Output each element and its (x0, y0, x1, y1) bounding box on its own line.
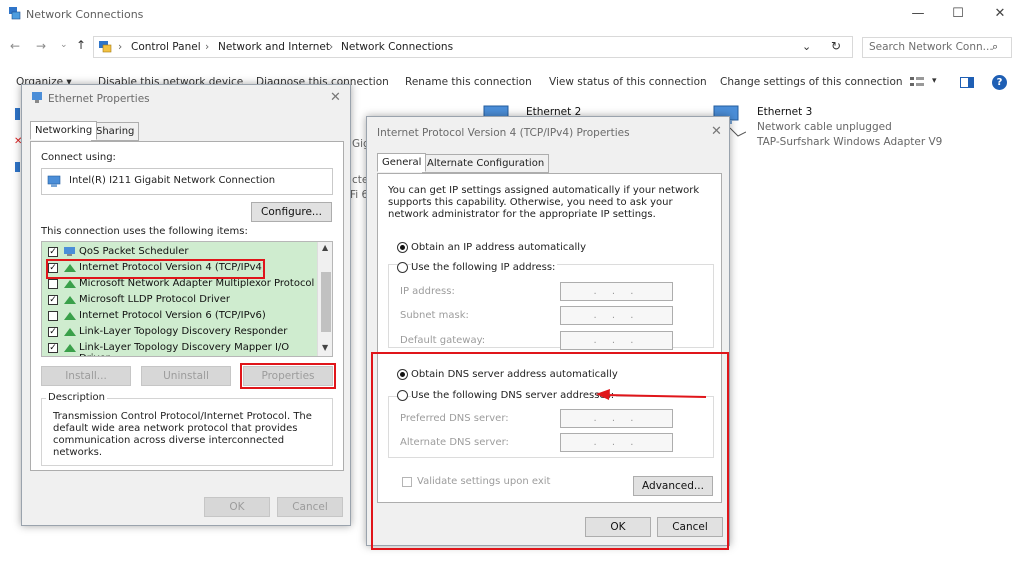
list-item[interactable]: ✓ Microsoft LLDP Protocol Driver (42, 292, 316, 308)
search-icon: ⌕ (992, 40, 999, 53)
ip-address-field[interactable]: . . . (560, 282, 673, 301)
adapter-name[interactable]: Ethernet 3 (757, 106, 812, 118)
help-icon[interactable]: ? (992, 75, 1007, 90)
back-icon[interactable]: ← (10, 39, 20, 53)
recent-chevron-icon[interactable]: ⌄ (60, 40, 68, 50)
dialog-close-icon[interactable]: ✕ (330, 90, 341, 105)
breadcrumb-separator-icon: › (205, 41, 210, 53)
checkbox[interactable] (48, 311, 58, 321)
view-status-command[interactable]: View status of this connection (549, 76, 707, 88)
adapter-device: TAP-Surfshark Windows Adapter V9 (757, 136, 943, 148)
install-button[interactable]: Install... (41, 366, 131, 386)
ip-address-label: IP address: (400, 286, 455, 297)
protocol-icon (63, 311, 77, 321)
checkbox[interactable]: ✓ (48, 327, 58, 337)
checkbox[interactable] (48, 279, 58, 289)
checkbox[interactable]: ✓ (48, 343, 58, 353)
adapter-name-text: Intel(R) I211 Gigabit Network Connection (69, 175, 276, 186)
protocol-icon (63, 279, 77, 289)
protocol-icon (63, 327, 77, 337)
window-icon (8, 6, 21, 20)
preview-pane-icon[interactable] (960, 77, 974, 88)
list-scrollbar[interactable]: ▲ ▼ (317, 242, 332, 356)
view-dropdown-icon[interactable]: ▾ (932, 76, 937, 86)
close-button[interactable]: ✕ (982, 4, 1018, 24)
rename-command[interactable]: Rename this connection (405, 76, 532, 88)
tab-sharing[interactable]: Sharing (91, 122, 140, 141)
dns-section-highlight (371, 352, 729, 550)
list-item[interactable]: ✓ QoS Packet Scheduler (42, 244, 316, 260)
refresh-icon[interactable]: ↻ (831, 39, 841, 53)
ethernet-dialog-icon (31, 91, 43, 104)
checkbox[interactable]: ✓ (48, 247, 58, 257)
tab-alternate-configuration[interactable]: Alternate Configuration (422, 154, 550, 173)
obtain-ip-label[interactable]: Obtain an IP address automatically (411, 242, 586, 253)
search-input[interactable]: Search Network Conn... (862, 37, 1012, 58)
scroll-up-icon[interactable]: ▲ (322, 243, 328, 252)
cancel-button[interactable]: Cancel (277, 497, 343, 517)
maximize-button[interactable]: ☐ (940, 4, 976, 24)
ethernet-properties-dialog: Ethernet Properties ✕ Networking Sharing… (21, 84, 351, 526)
networking-panel: Connect using: Intel(R) I211 Gigabit Net… (30, 141, 344, 471)
breadcrumb-separator-icon: › (118, 41, 123, 53)
intro-text: You can get IP settings assigned automat… (388, 185, 700, 220)
obtain-ip-radio[interactable] (397, 242, 408, 253)
description-text: Transmission Control Protocol/Internet P… (53, 411, 312, 458)
change-settings-command[interactable]: Change settings of this connection (720, 76, 903, 88)
breadcrumb-separator-icon: › (329, 41, 334, 53)
minimize-button[interactable]: — (900, 4, 936, 24)
items-label: This connection uses the following items… (41, 226, 248, 237)
default-gateway-field[interactable]: . . . (560, 331, 673, 350)
uninstall-button[interactable]: Uninstall (141, 366, 231, 386)
up-icon[interactable]: ↑ (76, 38, 86, 52)
item-label: Link-Layer Topology Discovery Mapper I/O… (79, 342, 290, 356)
breadcrumb-control-panel[interactable]: Control Panel (131, 41, 201, 53)
address-dropdown-icon[interactable]: ⌄ (802, 40, 811, 53)
network-adapter-icon (47, 175, 62, 188)
description-label: Description (46, 392, 107, 403)
item-label: Link-Layer Topology Discovery Responder (79, 326, 288, 337)
control-panel-icon (98, 39, 112, 53)
forward-icon[interactable]: → (36, 39, 46, 53)
subnet-mask-label: Subnet mask: (400, 310, 469, 321)
item-label: QoS Packet Scheduler (79, 246, 189, 257)
tab-general[interactable]: General (377, 153, 427, 172)
protocol-icon (63, 295, 77, 305)
item-label: Internet Protocol Version 6 (TCP/IPv6) (79, 310, 266, 321)
tab-networking[interactable]: Networking (30, 121, 98, 140)
qos-icon (63, 246, 77, 257)
breadcrumb-network-internet[interactable]: Network and Internet (218, 41, 330, 53)
ipv4-highlight (46, 259, 265, 279)
item-label: Microsoft LLDP Protocol Driver (79, 294, 230, 305)
adapter-status: Network cable unplugged (757, 121, 892, 133)
breadcrumb-network-connections[interactable]: Network Connections (341, 41, 453, 53)
connect-using-label: Connect using: (41, 152, 116, 163)
use-ip-radio[interactable] (397, 262, 408, 273)
description-group: Description Transmission Control Protoco… (41, 392, 333, 466)
scroll-down-icon[interactable]: ▼ (322, 343, 328, 352)
scroll-thumb[interactable] (321, 272, 331, 332)
protocol-icon (63, 343, 77, 353)
configure-button[interactable]: Configure... (251, 202, 332, 222)
dialog-title: Ethernet Properties (48, 93, 150, 105)
default-gateway-label: Default gateway: (400, 335, 486, 346)
item-label: Microsoft Network Adapter Multiplexor Pr… (79, 278, 315, 289)
dialog-title: Internet Protocol Version 4 (TCP/IPv4) P… (377, 127, 630, 139)
checkbox[interactable]: ✓ (48, 295, 58, 305)
view-options-icon[interactable] (910, 76, 924, 88)
subnet-mask-field[interactable]: . . . (560, 306, 673, 325)
list-item[interactable]: ✓ Link-Layer Topology Discovery Responde… (42, 324, 316, 340)
dialog-close-icon[interactable]: ✕ (711, 124, 722, 139)
adapter-box: Intel(R) I211 Gigabit Network Connection (41, 168, 333, 195)
list-item[interactable]: Internet Protocol Version 6 (TCP/IPv6) (42, 308, 316, 324)
window-title: Network Connections (26, 8, 144, 21)
ok-button[interactable]: OK (204, 497, 270, 517)
list-item[interactable]: ✓ Link-Layer Topology Discovery Mapper I… (42, 340, 316, 356)
use-ip-label[interactable]: Use the following IP address: (411, 262, 558, 273)
properties-highlight (240, 363, 336, 389)
